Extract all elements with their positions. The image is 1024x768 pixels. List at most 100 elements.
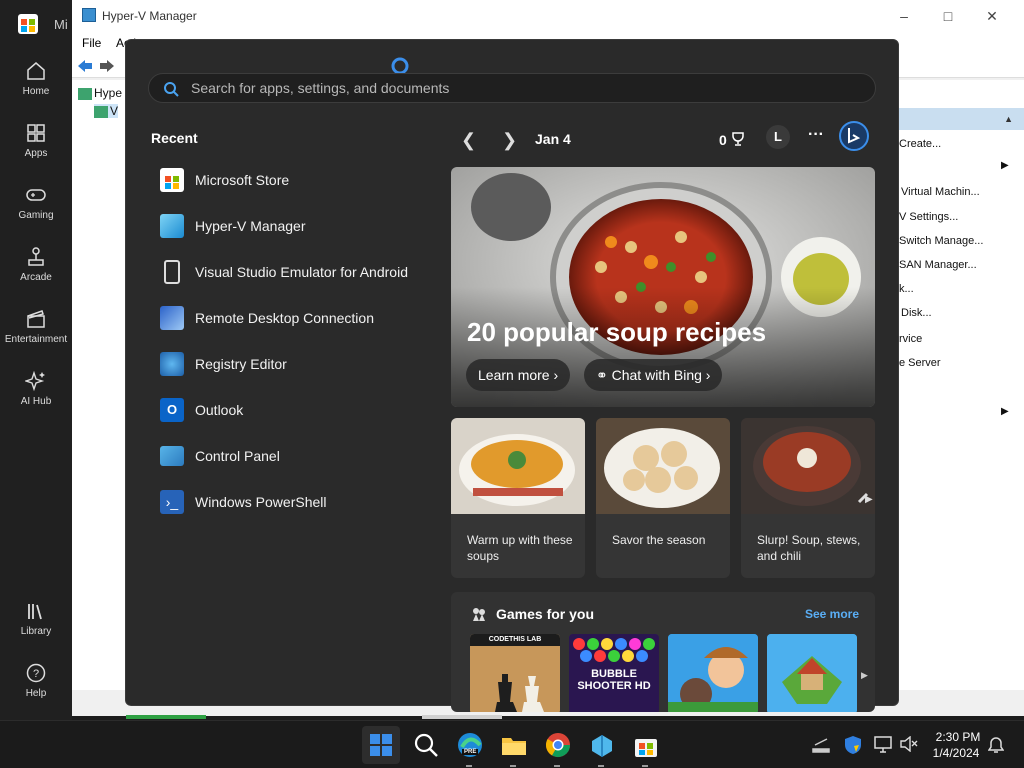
game-tile-village[interactable] bbox=[767, 634, 857, 712]
hyperv-tree: Hype V bbox=[72, 80, 132, 690]
chevron-right-icon: › bbox=[705, 367, 711, 383]
feed-card[interactable]: Warm up with these soups bbox=[451, 418, 585, 578]
feed-card[interactable]: ▶ Slurp! Soup, stews, and chili bbox=[741, 418, 875, 578]
close-icon[interactable]: ✕ bbox=[982, 8, 1002, 25]
windows-logo-icon bbox=[370, 734, 392, 756]
recent-app-label: Visual Studio Emulator for Android bbox=[195, 264, 408, 280]
actions-header: ▲ bbox=[899, 108, 1024, 130]
store-nav-apps[interactable]: Apps bbox=[0, 122, 72, 172]
more-options-button[interactable]: ··· bbox=[808, 126, 824, 144]
chrome-icon[interactable] bbox=[544, 731, 572, 759]
learn-more-button[interactable]: Learn more › bbox=[466, 359, 571, 391]
volume-muted-icon[interactable] bbox=[900, 736, 918, 752]
display-icon[interactable] bbox=[874, 735, 892, 753]
store-nav-arcade[interactable]: Arcade bbox=[0, 246, 72, 296]
user-avatar[interactable]: L bbox=[766, 125, 790, 149]
search-icon bbox=[164, 82, 179, 97]
chat-with-bing-button[interactable]: ⚭ Chat with Bing › bbox=[584, 359, 723, 391]
start-button[interactable] bbox=[362, 726, 400, 764]
taskbar-preview-edge bbox=[422, 715, 502, 719]
running-indicator bbox=[642, 765, 648, 767]
home-icon bbox=[27, 62, 45, 80]
registry-editor-icon bbox=[160, 352, 184, 376]
action-settings[interactable]: V Settings... bbox=[899, 211, 958, 223]
village-game-image bbox=[767, 634, 857, 712]
store-nav-library[interactable]: Library bbox=[0, 600, 72, 650]
running-indicator bbox=[598, 765, 604, 767]
notification-bell-icon[interactable] bbox=[988, 736, 1004, 754]
recent-app-powershell[interactable]: ›_ Windows PowerShell bbox=[160, 486, 430, 518]
bing-icon[interactable] bbox=[838, 120, 870, 152]
game-tile-label: CODETHIS LAB bbox=[470, 634, 560, 646]
arcade-icon bbox=[28, 247, 44, 266]
game-tile-chess[interactable]: CODETHIS LAB bbox=[470, 634, 560, 712]
forward-icon[interactable] bbox=[98, 58, 116, 74]
microsoft-store-icon[interactable] bbox=[632, 731, 660, 759]
hyperv-icon[interactable] bbox=[588, 731, 616, 759]
library-icon bbox=[28, 604, 42, 620]
maximize-icon[interactable]: □ bbox=[938, 8, 958, 24]
hero-card[interactable]: 20 popular soup recipes Learn more › ⚭ C… bbox=[451, 167, 875, 407]
security-warning-icon[interactable] bbox=[844, 735, 862, 755]
minimize-icon[interactable]: – bbox=[894, 8, 914, 24]
games-heading: Games for you bbox=[496, 606, 595, 622]
clock-time[interactable]: 2:30 PM bbox=[923, 730, 993, 744]
tree-child-label: V bbox=[110, 104, 119, 118]
feed-card[interactable]: Savor the season bbox=[596, 418, 730, 578]
store-nav-ai-hub[interactable]: AI Hub bbox=[0, 370, 72, 420]
store-nav-label: Help bbox=[25, 688, 47, 699]
gaming-icon bbox=[26, 189, 46, 201]
store-nav-label: Home bbox=[22, 86, 50, 97]
microsoft-store-logo-icon bbox=[18, 14, 38, 34]
store-nav-entertainment[interactable]: Entertainment bbox=[0, 308, 72, 358]
file-explorer-icon[interactable] bbox=[500, 731, 528, 759]
action-switch-manager[interactable]: Switch Manage... bbox=[899, 235, 983, 247]
emulator-icon bbox=[164, 260, 180, 284]
recent-app-outlook[interactable]: O Outlook bbox=[160, 394, 430, 426]
scroll-right-icon[interactable]: ▶ bbox=[861, 670, 868, 681]
recent-app-remote-desktop[interactable]: Remote Desktop Connection bbox=[160, 302, 430, 334]
scroll-right-icon: ▶ bbox=[865, 494, 873, 505]
action-remove-server[interactable]: e Server bbox=[899, 357, 941, 369]
recent-app-hyperv[interactable]: Hyper-V Manager bbox=[160, 210, 430, 242]
games-section: Games for you See more CODETHIS LAB BUBB… bbox=[451, 592, 875, 712]
submenu-arrow-icon: ▶ bbox=[1001, 160, 1009, 171]
collapse-icon[interactable]: ▲ bbox=[1004, 114, 1013, 124]
hyperv-titlebar: Hyper-V Manager – □ ✕ bbox=[72, 0, 1024, 32]
edge-beta-button[interactable]: PRE bbox=[456, 731, 484, 759]
search-icon[interactable] bbox=[412, 731, 440, 759]
action-create[interactable]: Create... bbox=[899, 138, 941, 150]
action-edit-disk[interactable]: k... bbox=[899, 283, 914, 295]
recent-app-emulator[interactable]: Visual Studio Emulator for Android bbox=[160, 256, 430, 288]
search-box[interactable] bbox=[148, 73, 876, 103]
entertainment-icon bbox=[27, 310, 45, 328]
network-disconnected-icon[interactable] bbox=[812, 737, 830, 753]
recent-app-microsoft-store[interactable]: Microsoft Store bbox=[160, 164, 430, 196]
taskbar: PRE 2:30 PM 1/4/2024 bbox=[0, 715, 1024, 768]
recent-app-control-panel[interactable]: Control Panel bbox=[160, 440, 430, 472]
tree-child[interactable]: V bbox=[94, 104, 119, 118]
action-virtual-machine[interactable]: Virtual Machin... bbox=[901, 186, 980, 198]
store-nav-help[interactable]: ? Help bbox=[0, 662, 72, 712]
store-nav-home[interactable]: Home bbox=[0, 60, 72, 110]
action-stop-service[interactable]: rvice bbox=[899, 333, 922, 345]
soup-bowl-photo bbox=[451, 418, 585, 514]
menu-file[interactable]: File bbox=[82, 36, 101, 50]
previous-day-button[interactable]: ❮ bbox=[461, 130, 476, 151]
search-input[interactable] bbox=[191, 80, 791, 96]
rewards-count: 0 bbox=[719, 132, 727, 148]
next-day-button[interactable]: ❯ bbox=[502, 130, 517, 151]
recent-app-registry-editor[interactable]: Registry Editor bbox=[160, 348, 430, 380]
store-sidebar: Mi Home Apps Gaming Arcade Entertainment… bbox=[0, 0, 72, 720]
see-more-link[interactable]: See more bbox=[805, 607, 859, 621]
game-pieces-icon bbox=[473, 608, 485, 621]
game-tile-bubble-shooter[interactable]: BUBBLE SHOOTER HD bbox=[569, 634, 659, 712]
action-inspect-disk[interactable]: Disk... bbox=[901, 307, 932, 319]
action-san-manager[interactable]: SAN Manager... bbox=[899, 259, 977, 271]
game-tile-farm[interactable] bbox=[668, 634, 758, 712]
back-icon[interactable] bbox=[76, 58, 94, 74]
rewards-points[interactable]: 0 bbox=[719, 131, 745, 148]
tree-root[interactable]: Hype bbox=[78, 86, 122, 100]
clock-date[interactable]: 1/4/2024 bbox=[921, 746, 991, 760]
store-nav-gaming[interactable]: Gaming bbox=[0, 184, 72, 234]
